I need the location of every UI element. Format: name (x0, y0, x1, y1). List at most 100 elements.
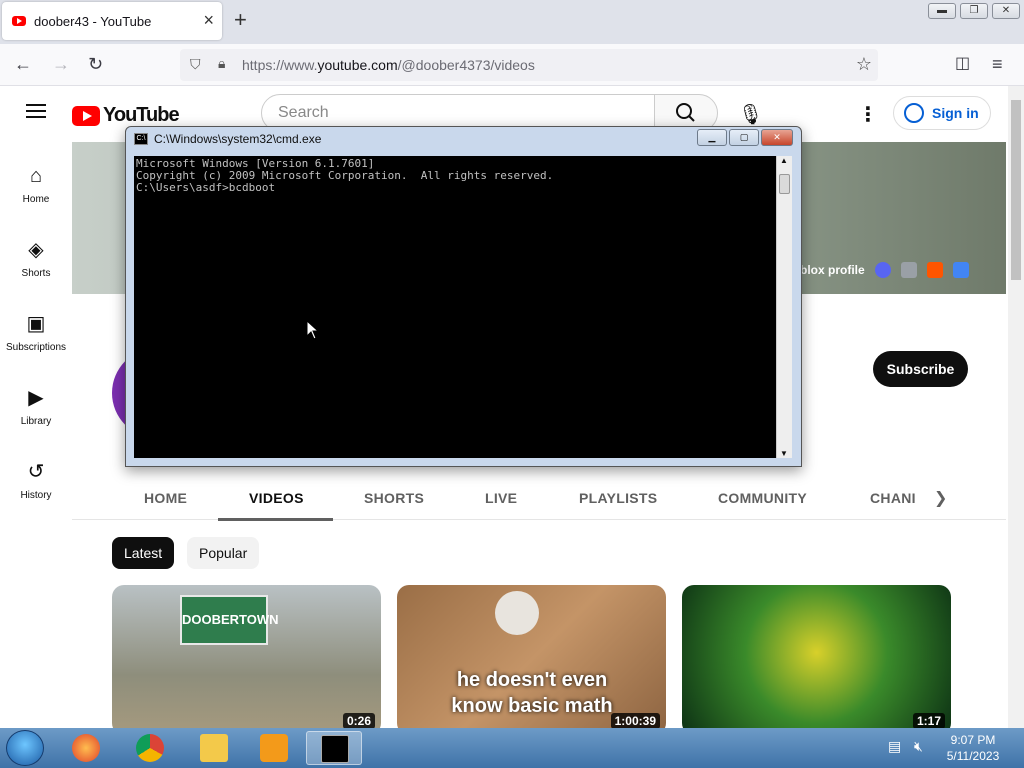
cmd-title: C:\Windows\system32\cmd.exe (154, 132, 322, 146)
firefox-icon (72, 734, 100, 762)
console-line: C:\Users\asdf>bcdboot (136, 181, 276, 194)
taskbar-chrome[interactable] (122, 731, 178, 765)
url-path: /@doober4373/videos (397, 57, 535, 73)
microphone-icon[interactable]: 🎙︎ (738, 102, 763, 127)
cmd-minimize-button[interactable]: ▁ (697, 129, 727, 146)
taskbar-firefox[interactable] (58, 731, 114, 765)
account-icon (904, 103, 924, 123)
subscribe-button[interactable]: Subscribe (873, 351, 968, 387)
sidebar-item-shorts[interactable]: ◈ Shorts (0, 238, 72, 279)
banner-links: blox profile (800, 262, 969, 278)
roblox-icon[interactable] (900, 262, 917, 278)
cmd-icon: C:\ (134, 133, 148, 145)
chip-latest[interactable]: Latest (112, 537, 175, 569)
tray-network-icon[interactable]: ▤ (888, 738, 901, 755)
clock-time: 9:07 PM (950, 733, 996, 747)
url-bar[interactable]: ⛉ 🔒︎ https://www.youtube.com/@doober4373… (180, 49, 878, 81)
page-scrollbar[interactable] (1008, 86, 1024, 728)
cat-image (495, 591, 539, 635)
subscriptions-icon: ▣ (26, 313, 46, 335)
cmd-window[interactable]: C:\ C:\Windows\system32\cmd.exe ▁ ▢ ✕ Mi… (125, 126, 802, 467)
cmd-maximize-button[interactable]: ▢ (729, 129, 759, 146)
guide-menu-icon[interactable] (26, 104, 46, 118)
tracking-shield-icon[interactable]: ⛉ (190, 56, 201, 73)
active-tab-underline (218, 518, 333, 521)
url-text: https://www.youtube.com/@doober4373/vide… (242, 57, 535, 73)
tab-community[interactable]: COMMUNITY (718, 490, 807, 506)
youtube-play-icon (72, 105, 100, 126)
docs-icon[interactable] (952, 262, 969, 278)
media-player-icon (260, 734, 288, 762)
sidebar-item-label: History (20, 490, 52, 501)
youtube-logo[interactable]: YouTube (72, 104, 180, 127)
bookmark-star-icon[interactable]: ☆ (856, 54, 872, 75)
sign-in-button[interactable]: Sign in (893, 96, 991, 130)
sign-in-label: Sign in (932, 105, 979, 121)
video-duration: 1:17 (912, 713, 945, 728)
cmd-taskbar-icon (321, 735, 349, 763)
back-icon[interactable]: ← (14, 54, 32, 74)
library-icon: ▶︎ (28, 387, 44, 409)
sidebar-item-home[interactable]: ⌂ Home (0, 164, 72, 205)
browser-nav-bar: ← → ↻ ⛉ 🔒︎ https://www.youtube.com/@doob… (0, 44, 1024, 86)
cmd-scroll-thumb[interactable] (779, 174, 790, 194)
restore-button[interactable]: ❐ (960, 3, 988, 19)
browser-tab-youtube[interactable]: doober43 - YouTube × (2, 2, 222, 40)
cmd-window-controls: ▁ ▢ ✕ (697, 129, 793, 146)
reload-icon[interactable]: ↻ (88, 54, 103, 74)
home-icon: ⌂ (29, 165, 43, 187)
tray-volume-muted-icon[interactable]: 🔇︎ (914, 738, 923, 755)
sidebar-item-label: Subscriptions (5, 342, 67, 353)
cmd-scrollbar[interactable]: ▲ ▼ (776, 156, 792, 458)
tab-close-icon[interactable]: × (203, 11, 214, 29)
chevron-right-icon[interactable]: ❯ (934, 488, 947, 508)
thumbnail-sign: DOOBERTOWN (180, 595, 279, 645)
scroll-down-icon[interactable]: ▼ (780, 449, 788, 458)
tab-live[interactable]: LIVE (485, 490, 517, 506)
video-duration: 1:00:39 (610, 713, 660, 728)
cmd-console[interactable]: Microsoft Windows [Version 6.1.7601] Copy… (134, 156, 776, 458)
minimize-button[interactable]: ▬ (928, 3, 956, 19)
sidebar-item-library[interactable]: ▶︎ Library (0, 386, 72, 427)
shorts-icon: ◈ (28, 239, 44, 261)
sidebar-item-label: Library (20, 416, 52, 427)
taskbar-cmd[interactable] (306, 731, 362, 765)
pocket-icon[interactable]: ◫ (955, 54, 970, 74)
video-thumbnail[interactable]: he doesn't even know basic math 1:00:39 (397, 585, 666, 728)
lock-icon[interactable]: 🔒︎ (218, 55, 225, 72)
folder-icon (200, 734, 228, 762)
window-close-button[interactable]: ✕ (992, 3, 1020, 19)
settings-more-icon[interactable]: ⋮ (858, 102, 878, 127)
mouse-cursor-icon (306, 320, 320, 340)
app-menu-icon[interactable]: ≡ (992, 54, 1003, 74)
cmd-close-button[interactable]: ✕ (761, 129, 793, 146)
page-scroll-thumb[interactable] (1011, 100, 1021, 280)
video-duration: 0:26 (342, 713, 375, 728)
start-button[interactable] (6, 730, 44, 766)
tab-shorts[interactable]: SHORTS (364, 490, 424, 506)
discord-icon[interactable] (874, 262, 891, 278)
chip-popular[interactable]: Popular (187, 537, 260, 569)
taskbar-clock[interactable]: 9:07 PM 5/11/2023 (940, 732, 1006, 764)
scroll-up-icon[interactable]: ▲ (780, 156, 788, 165)
tab-videos[interactable]: VIDEOS (249, 490, 304, 506)
banner-link-text[interactable]: blox profile (800, 263, 865, 277)
sidebar-item-subscriptions[interactable]: ▣ Subscriptions (0, 312, 72, 353)
youtube-logo-text: YouTube (103, 104, 180, 126)
thumbnail-caption: he doesn't even know basic math (451, 669, 613, 717)
sidebar-item-history[interactable]: ↺ History (0, 460, 72, 501)
history-icon: ↺ (27, 461, 45, 483)
soundcloud-icon[interactable] (926, 262, 943, 278)
tab-title: doober43 - YouTube (34, 13, 152, 29)
tab-home[interactable]: HOME (144, 490, 187, 506)
new-tab-icon[interactable]: + (234, 9, 247, 31)
video-thumbnail[interactable]: DOOBERTOWN 0:26 (112, 585, 381, 728)
chrome-icon (136, 734, 164, 762)
cmd-title-bar: C:\ C:\Windows\system32\cmd.exe (134, 132, 321, 146)
tab-channels[interactable]: CHANI (870, 490, 916, 506)
taskbar-media-player[interactable] (246, 731, 302, 765)
tab-playlists[interactable]: PLAYLISTS (579, 490, 657, 506)
video-thumbnail[interactable]: 1:17 (682, 585, 951, 728)
taskbar-explorer[interactable] (186, 731, 242, 765)
forward-icon[interactable]: → (52, 54, 70, 74)
